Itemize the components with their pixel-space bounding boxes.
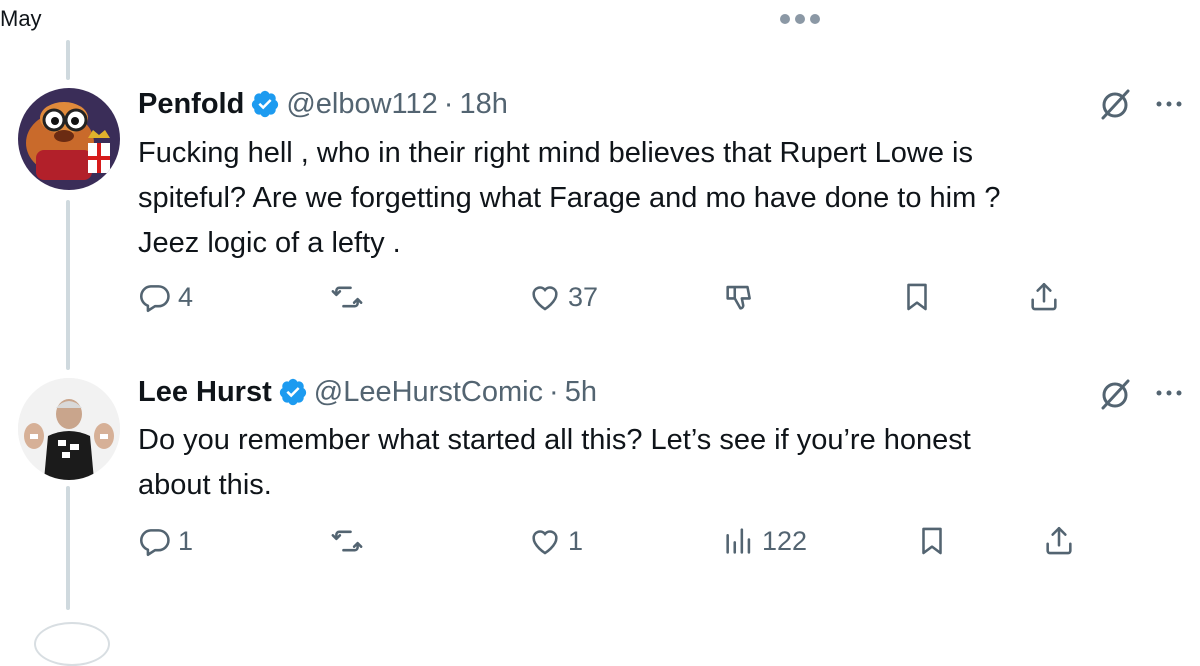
tweet-text: Fucking hell , who in their right mind b… — [138, 131, 1138, 266]
display-name[interactable]: Lee Hurst — [138, 376, 272, 409]
handle[interactable]: @LeeHurstComic — [314, 376, 543, 409]
action-bar: 4 37 — [0, 280, 1200, 320]
share-icon — [1046, 526, 1072, 555]
display-name[interactable]: Penfold — [138, 88, 244, 121]
reply-button[interactable]: 1 — [138, 524, 193, 558]
tweet-text-line: Jeez logic of a lefty . — [138, 227, 401, 259]
timestamp[interactable]: 5h — [565, 376, 597, 409]
retweet-button[interactable] — [330, 280, 364, 314]
share-button[interactable] — [1027, 280, 1061, 314]
tweet[interactable]: Penfold @elbow112 · 18h Fucking hell , w… — [0, 0, 1200, 360]
verified-badge-icon — [252, 90, 279, 118]
bookmark-icon — [907, 283, 927, 311]
like-button[interactable]: 1 — [528, 524, 583, 558]
more-icon[interactable] — [1155, 388, 1183, 398]
tweet-header: Lee Hurst @LeeHurstComic · 5h — [138, 374, 597, 410]
tweet-text-line: Fucking hell , who in their right mind b… — [138, 137, 973, 169]
bookmark-icon — [922, 527, 942, 555]
bookmark-button[interactable] — [900, 280, 934, 314]
separator-dot: · — [443, 87, 454, 120]
verified-badge-icon — [279, 378, 306, 406]
retweet-icon — [331, 530, 363, 552]
like-icon — [532, 286, 558, 311]
reply-icon — [140, 285, 170, 313]
separator-dot: · — [549, 375, 559, 408]
like-icon — [532, 530, 558, 555]
bookmark-button[interactable] — [915, 524, 949, 558]
share-icon — [1031, 282, 1057, 311]
avatar[interactable] — [18, 88, 120, 190]
tweet-text-line: about this. — [138, 469, 272, 501]
tweet[interactable]: Lee Hurst @LeeHurstComic · 5h Do you rem… — [0, 360, 1200, 620]
avatar[interactable] — [18, 378, 120, 480]
timestamp[interactable]: 18h — [459, 88, 507, 121]
dislike-icon — [726, 285, 751, 310]
reply-icon — [140, 529, 170, 557]
handle[interactable]: @elbow112 — [286, 88, 437, 121]
reply-count: 4 — [178, 281, 194, 312]
views-button[interactable]: 122 — [722, 524, 807, 558]
tweet-text-line: Do you remember what started all this? L… — [138, 424, 971, 456]
action-bar: 1 1 122 — [0, 524, 1200, 564]
grok-icon[interactable] — [1098, 86, 1134, 122]
like-button[interactable]: 37 — [528, 280, 598, 314]
tweet-header: Penfold @elbow112 · 18h — [138, 86, 508, 122]
avatar[interactable] — [34, 622, 110, 666]
views-count: 122 — [762, 525, 808, 556]
like-count: 1 — [568, 525, 584, 556]
reply-button[interactable]: 4 — [138, 280, 193, 314]
views-icon — [726, 528, 751, 554]
tweet-text: Do you remember what started all this? L… — [138, 418, 1138, 508]
dislike-button[interactable] — [722, 280, 756, 314]
like-count: 37 — [568, 281, 599, 312]
retweet-button[interactable] — [330, 524, 364, 558]
retweet-icon — [331, 286, 363, 308]
tweet-text-line: spiteful? Are we forgetting what Farage … — [138, 182, 1001, 214]
more-icon[interactable] — [1155, 99, 1183, 109]
share-button[interactable] — [1042, 524, 1076, 558]
reply-count: 1 — [178, 525, 194, 556]
grok-icon[interactable] — [1098, 376, 1134, 412]
